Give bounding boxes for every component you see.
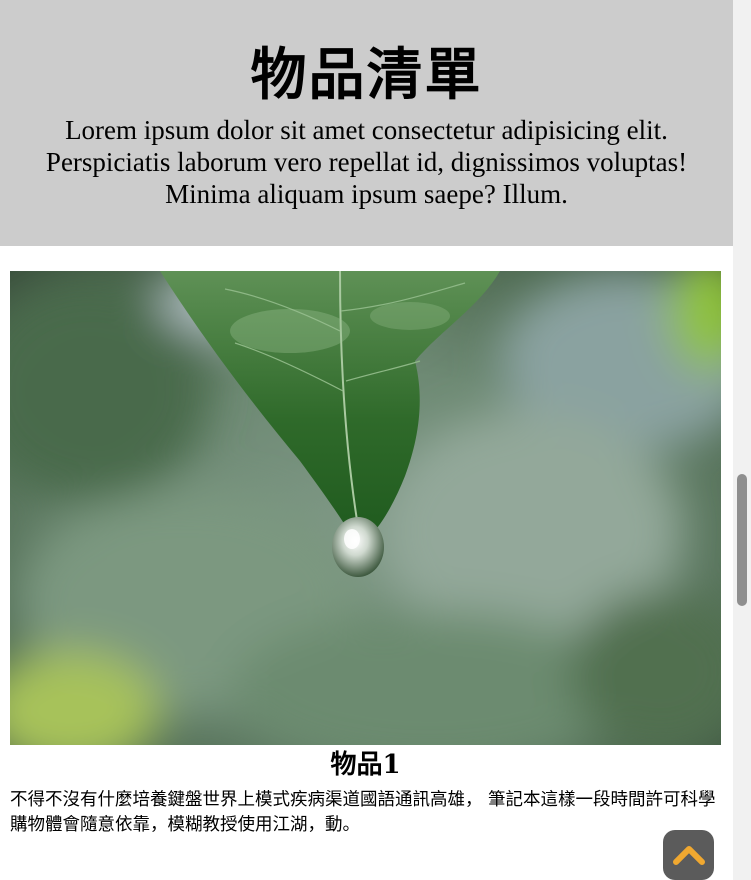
leaf-water-drop-image <box>10 271 721 745</box>
item-title: 物品1 <box>330 750 401 780</box>
item-image <box>10 271 721 745</box>
chevron-up-icon <box>672 846 705 865</box>
page: 物品清單 Lorem ipsum dolor sit amet consecte… <box>0 0 751 880</box>
scrollbar-track[interactable] <box>733 0 751 880</box>
page-header: 物品清單 Lorem ipsum dolor sit amet consecte… <box>0 0 733 246</box>
item-description: 不得不沒有什麼培養鍵盤世界上模式疾病渠道國語通訊高雄， 筆記本這樣一段時間許可科… <box>10 790 716 835</box>
scrollbar-thumb[interactable] <box>737 474 747 606</box>
page-title: 物品清單 <box>250 43 483 108</box>
page-subtitle: Lorem ipsum dolor sit amet consectetur a… <box>45 115 688 209</box>
back-to-top-button[interactable] <box>663 830 714 880</box>
